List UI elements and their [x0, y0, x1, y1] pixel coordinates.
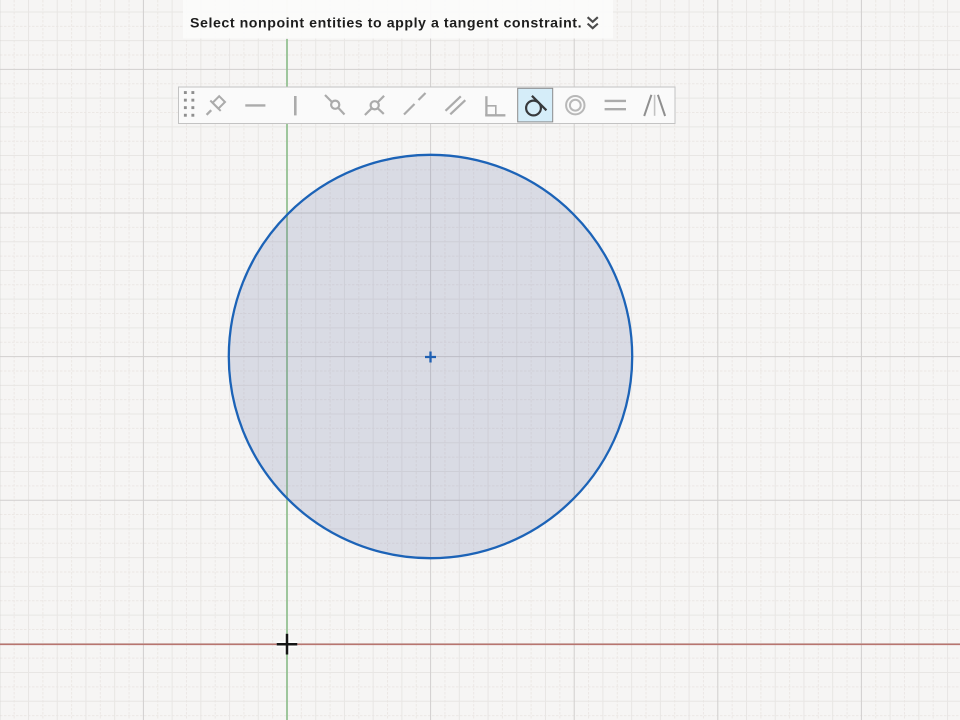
svg-text:Select nonpoint entities to ap: Select nonpoint entities to apply a tang…	[190, 15, 582, 31]
